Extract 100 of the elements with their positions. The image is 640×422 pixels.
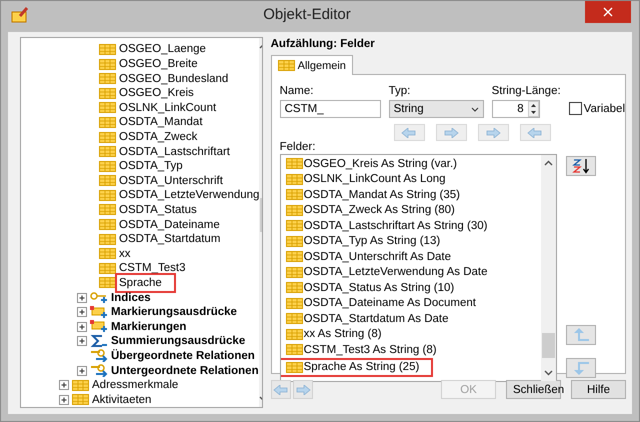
list-item[interactable]: Sprache As String (25) bbox=[280, 360, 431, 376]
tree-item[interactable]: OSDTA_Status bbox=[119, 204, 197, 216]
field-label: String-Länge: bbox=[492, 85, 561, 98]
expand-icon[interactable] bbox=[59, 394, 69, 405]
list-item[interactable]: CSTM_Test3 As String (8) bbox=[280, 342, 541, 358]
tree-item[interactable]: OSDTA_Startdatum bbox=[119, 233, 220, 246]
tree-item[interactable]: OSGEO_Kreis bbox=[119, 87, 194, 100]
table-icon bbox=[286, 282, 303, 294]
dialog-button[interactable]: Hilfe bbox=[571, 380, 626, 400]
list-item[interactable]: OSLNK_LinkCount As Long bbox=[280, 172, 541, 188]
tree-item[interactable]: Untergeordnete Relationen bbox=[111, 364, 259, 377]
expand-icon[interactable] bbox=[77, 336, 87, 346]
expand-icon[interactable] bbox=[77, 292, 87, 303]
table-icon bbox=[286, 266, 303, 278]
table-icon bbox=[99, 248, 116, 260]
table-icon bbox=[286, 313, 303, 324]
arrow-down-icon bbox=[572, 361, 590, 376]
relation-icon bbox=[90, 349, 108, 362]
table-icon bbox=[286, 158, 303, 170]
expand-icon[interactable] bbox=[77, 307, 87, 318]
tree-item[interactable]: xx bbox=[119, 248, 130, 260]
tree-item[interactable]: OSDTA_Mandat bbox=[119, 116, 203, 128]
tree-item[interactable]: Summierungsausdrücke bbox=[111, 335, 246, 348]
table-icon bbox=[99, 73, 116, 84]
table-icon bbox=[286, 298, 303, 309]
tab[interactable]: Allgemein bbox=[270, 55, 353, 76]
table-icon bbox=[99, 146, 116, 158]
dialog-button[interactable]: Schließen bbox=[506, 380, 561, 400]
table-icon bbox=[99, 44, 116, 55]
sort-button[interactable] bbox=[566, 156, 596, 176]
table-icon bbox=[99, 219, 116, 230]
list-item[interactable]: OSDTA_Lastschriftart As String (30) bbox=[280, 218, 541, 234]
panel-heading: Aufzählung: Felder bbox=[270, 38, 376, 50]
table-icon bbox=[99, 58, 116, 70]
table-icon bbox=[99, 102, 116, 114]
arrow-right-icon bbox=[443, 128, 460, 138]
tree-item[interactable]: OSDTA_Dateiname bbox=[119, 218, 220, 231]
list-item[interactable]: OSDTA_Zweck As String (80) bbox=[280, 202, 541, 218]
table-icon bbox=[99, 204, 116, 216]
table-icon bbox=[99, 262, 116, 274]
table-icon bbox=[99, 190, 116, 201]
table-icon bbox=[286, 220, 303, 232]
sort-icon bbox=[570, 158, 591, 174]
table-icon bbox=[286, 251, 303, 262]
tree-item[interactable]: Markierungsausdrücke bbox=[111, 306, 237, 318]
tree-item[interactable]: Adressmerkmale bbox=[92, 379, 178, 392]
list-item[interactable]: OSGEO_Kreis As String (var.) bbox=[280, 156, 541, 172]
table-icon bbox=[286, 344, 303, 356]
scroll-thumb[interactable] bbox=[542, 333, 555, 358]
name-field[interactable]: CSTM_ bbox=[280, 100, 381, 118]
window-title: Objekt-Editor bbox=[262, 6, 352, 24]
tree-item[interactable]: OSDTA_LetzteVerwendung bbox=[119, 189, 260, 202]
table-icon bbox=[99, 116, 116, 128]
field-label: Felder: bbox=[280, 141, 316, 154]
arrow-left-icon bbox=[527, 128, 544, 138]
expand-icon[interactable] bbox=[77, 366, 87, 376]
field-label: Name: bbox=[280, 85, 314, 98]
type-dropdown[interactable]: String bbox=[388, 100, 484, 118]
list-item[interactable]: OSDTA_Status As String (10) bbox=[280, 280, 541, 296]
tree-item[interactable]: OSDTA_Unterschrift bbox=[119, 174, 223, 187]
tree-item[interactable]: Aktivitaeten bbox=[92, 394, 152, 406]
table-icon bbox=[99, 277, 116, 288]
arrow-right-icon bbox=[294, 384, 311, 395]
length-spinner[interactable]: 8 bbox=[492, 100, 540, 118]
tree-item[interactable]: OSDTA_Typ bbox=[119, 160, 183, 172]
spin-arrows-icon[interactable] bbox=[528, 101, 539, 118]
expand-icon[interactable] bbox=[77, 322, 87, 332]
arrow-up-icon bbox=[572, 328, 590, 342]
table-icon bbox=[286, 189, 303, 200]
table-icon bbox=[99, 175, 116, 186]
tree-item[interactable]: Indices bbox=[111, 292, 151, 304]
checkbox[interactable] bbox=[568, 102, 582, 116]
tree-item[interactable]: OSLNK_LinkCount bbox=[119, 102, 216, 114]
marked-table-icon bbox=[90, 306, 108, 319]
list-item[interactable]: OSDTA_Mandat As String (35) bbox=[280, 187, 541, 203]
tree-item[interactable]: OSGEO_Laenge bbox=[119, 43, 206, 56]
table-icon bbox=[72, 394, 89, 406]
sigma-icon bbox=[90, 334, 108, 348]
tree-item[interactable]: Markierungen bbox=[111, 320, 186, 333]
list-item[interactable]: OSDTA_Unterschrift As Date bbox=[280, 249, 541, 265]
marked-table-icon bbox=[90, 320, 108, 334]
table-icon bbox=[286, 174, 303, 185]
close-button[interactable] bbox=[585, 1, 631, 23]
tree-item[interactable]: OSDTA_Zweck bbox=[119, 131, 198, 144]
tree-item[interactable]: OSDTA_Lastschriftart bbox=[119, 146, 230, 158]
list-item[interactable]: xx As String (8) bbox=[280, 326, 541, 342]
arrow-left-icon bbox=[272, 384, 289, 395]
expand-icon[interactable] bbox=[59, 380, 69, 390]
table-icon bbox=[99, 160, 116, 172]
list-item[interactable]: OSDTA_Dateiname As Document bbox=[280, 296, 541, 312]
tree-item[interactable]: OSGEO_Bundesland bbox=[119, 72, 228, 85]
app-icon bbox=[11, 6, 29, 23]
tree-item[interactable]: Übergeordnete Relationen bbox=[111, 350, 255, 362]
relation-icon bbox=[90, 364, 108, 378]
list-item[interactable]: OSDTA_Typ As String (13) bbox=[280, 234, 541, 250]
list-item[interactable]: OSDTA_Startdatum As Date bbox=[280, 311, 541, 327]
list-item[interactable]: OSDTA_LetzteVerwendung As Date bbox=[280, 264, 541, 280]
table-icon bbox=[72, 380, 89, 391]
tree-item[interactable]: CSTM_Test3 bbox=[119, 262, 186, 274]
tree-item[interactable]: OSGEO_Breite bbox=[119, 58, 198, 70]
